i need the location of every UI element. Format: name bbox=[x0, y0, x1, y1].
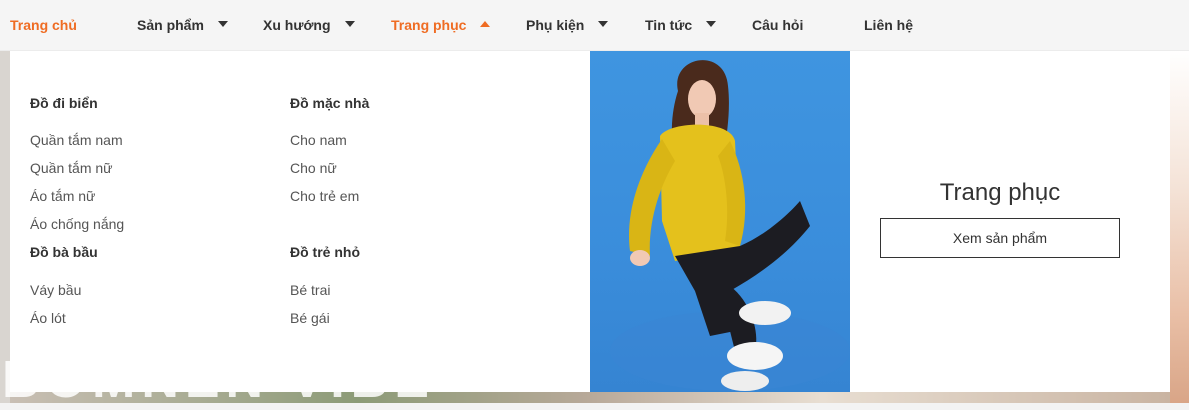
group-heading-kids: Đồ trẻ nhỏ bbox=[290, 244, 360, 260]
background-strip-right bbox=[1170, 50, 1189, 403]
group-heading-maternity: Đồ bà bầu bbox=[30, 244, 98, 260]
nav-item-faq[interactable]: Câu hỏi bbox=[752, 0, 803, 50]
caret-down-icon bbox=[598, 21, 609, 28]
nav-item-label: Liên hệ bbox=[864, 17, 914, 33]
nav-item-label: Tin tức bbox=[645, 17, 693, 33]
dropdown-link[interactable]: Váy bầu bbox=[30, 282, 81, 298]
caret-down-icon bbox=[217, 21, 228, 28]
dropdown-link[interactable]: Bé trai bbox=[290, 282, 330, 298]
group-heading-homewear: Đồ mặc nhà bbox=[290, 95, 370, 111]
nav-item-news[interactable]: Tin tức bbox=[645, 0, 717, 50]
dropdown-link[interactable]: Áo chống nắng bbox=[30, 216, 124, 232]
main-navigation: Trang chủ Sản phẩm Xu hướng Trang phục P… bbox=[0, 0, 1189, 51]
nav-item-clothing[interactable]: Trang phục bbox=[391, 0, 491, 50]
clothing-dropdown-panel: Đồ đi biển Quần tắm nam Quần tắm nữ Áo t… bbox=[10, 51, 1170, 392]
nav-item-label: Câu hỏi bbox=[752, 17, 804, 33]
nav-item-label: Phụ kiện bbox=[526, 17, 585, 33]
nav-item-label: Trang phục bbox=[391, 17, 467, 33]
group-heading-beachwear: Đồ đi biển bbox=[30, 95, 98, 111]
nav-item-trends[interactable]: Xu hướng bbox=[263, 0, 355, 50]
dropdown-link[interactable]: Cho nam bbox=[290, 132, 347, 148]
dropdown-link[interactable]: Cho trẻ em bbox=[290, 188, 359, 204]
nav-item-contact[interactable]: Liên hệ bbox=[864, 0, 913, 50]
dropdown-link[interactable]: Áo tắm nữ bbox=[30, 188, 95, 204]
promo-photo bbox=[590, 51, 850, 392]
caret-down-icon bbox=[706, 21, 717, 28]
nav-item-home[interactable]: Trang chủ bbox=[10, 0, 77, 50]
model-illustration bbox=[610, 60, 850, 391]
dropdown-link[interactable]: Cho nữ bbox=[290, 160, 337, 176]
dropdown-link[interactable]: Áo lót bbox=[30, 310, 66, 326]
caret-up-icon bbox=[480, 21, 491, 28]
promo-title: Trang phục bbox=[939, 179, 1061, 206]
dropdown-link[interactable]: Quần tắm nữ bbox=[30, 160, 113, 176]
nav-item-label: Trang chủ bbox=[10, 17, 77, 33]
nav-item-label: Sản phẩm bbox=[137, 17, 204, 33]
caret-down-icon bbox=[344, 21, 355, 28]
nav-item-accessories[interactable]: Phụ kiện bbox=[526, 0, 609, 50]
nav-item-label: Xu hướng bbox=[263, 17, 331, 33]
nav-item-products[interactable]: Sản phẩm bbox=[137, 0, 228, 50]
dropdown-link[interactable]: Bé gái bbox=[290, 310, 330, 326]
dropdown-link[interactable]: Quần tắm nam bbox=[30, 132, 123, 148]
view-products-button[interactable]: Xem sản phẩm bbox=[880, 218, 1120, 258]
